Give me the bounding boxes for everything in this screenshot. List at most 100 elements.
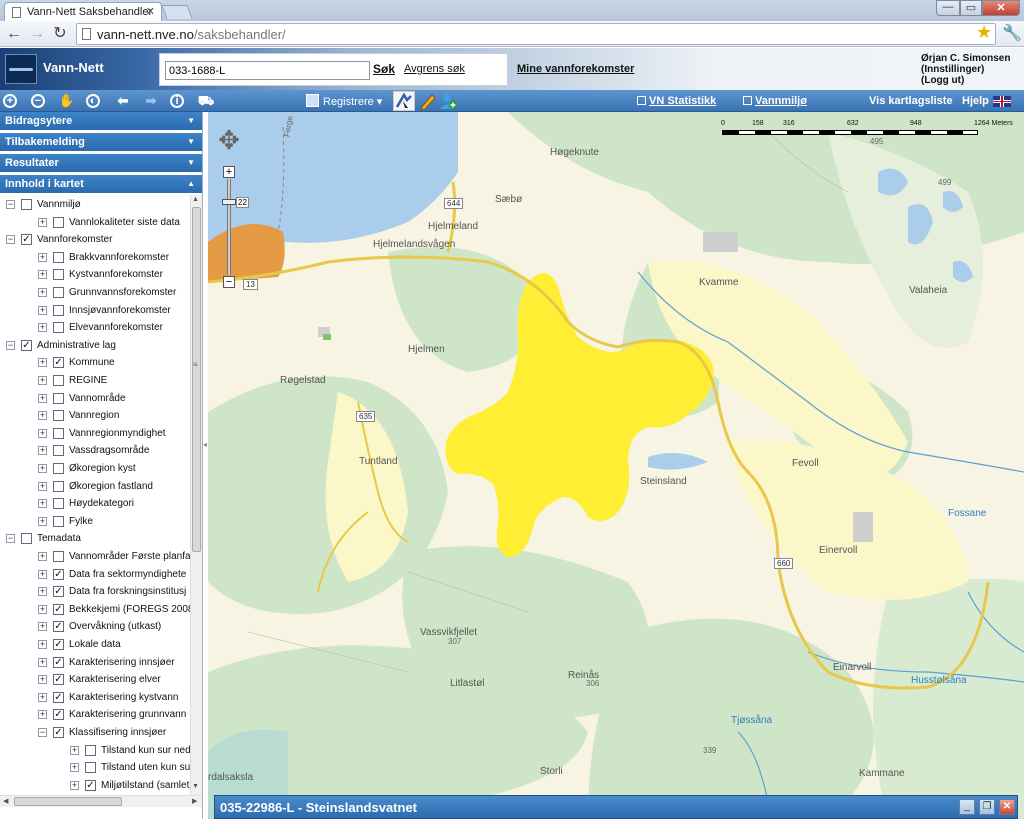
search-button[interactable]: Søk xyxy=(373,62,395,76)
info-icon[interactable]: i xyxy=(170,94,184,108)
expand-icon[interactable]: + xyxy=(38,499,47,509)
layer-checkbox[interactable]: ✓ xyxy=(53,674,64,686)
section-results[interactable]: Resultater ▼ xyxy=(0,154,202,173)
layer-checkbox[interactable] xyxy=(53,322,64,334)
collapse-icon[interactable]: − xyxy=(6,534,15,544)
layer-checkbox[interactable]: ✓ xyxy=(85,779,96,791)
panel-minimize-button[interactable]: _ xyxy=(959,799,975,815)
zoom-slider-minus-icon[interactable]: − xyxy=(223,276,235,288)
scroll-down-icon[interactable]: ▼ xyxy=(192,783,199,790)
layer-checkbox[interactable] xyxy=(53,498,64,510)
collapse-icon[interactable]: − xyxy=(6,340,15,350)
expand-icon[interactable]: + xyxy=(38,604,47,614)
expand-icon[interactable]: + xyxy=(38,657,47,667)
section-contributors[interactable]: Bidragsytere ▼ xyxy=(0,112,202,131)
pan-hand-icon[interactable]: ✋ xyxy=(58,92,76,110)
horizontal-scrollbar[interactable]: ◀ ▶ xyxy=(0,795,202,807)
edit-geometry-icon[interactable] xyxy=(393,91,415,111)
uk-flag-icon[interactable] xyxy=(993,96,1011,107)
pencil-icon[interactable] xyxy=(418,92,436,111)
layer-tree-row[interactable]: + Vannområder Første planfa xyxy=(0,549,190,566)
expand-icon[interactable]: + xyxy=(38,428,47,438)
layer-tree-row[interactable]: − Temadata xyxy=(0,531,190,548)
bookmark-star-icon[interactable]: ★ xyxy=(976,22,992,43)
window-minimize-button[interactable]: — xyxy=(936,0,960,16)
layer-tree-row[interactable]: + Tilstand kun sur ned xyxy=(0,743,190,760)
expand-icon[interactable]: + xyxy=(38,587,47,597)
water-body-info-panel[interactable]: 035-22986-L - Steinslandsvatnet _ ❐ ✕ xyxy=(214,795,1018,819)
layer-tree-row[interactable]: + Økoregion fastland xyxy=(0,479,190,496)
map-view[interactable]: Høgeknute Sæbø Hjelmeland Hjelmelandsvåg… xyxy=(208,112,1024,819)
layer-checkbox[interactable]: ✓ xyxy=(53,691,64,703)
layer-tree-row[interactable]: + Vannlokaliteter siste data xyxy=(0,215,190,232)
expand-icon[interactable]: + xyxy=(38,622,47,632)
layer-tree-row[interactable]: + ✓ Data fra sektormyndighete xyxy=(0,567,190,584)
layer-tree-row[interactable]: + ✓ Lokale data xyxy=(0,637,190,654)
expand-icon[interactable]: + xyxy=(38,464,47,473)
layer-checkbox[interactable]: ✓ xyxy=(53,357,64,369)
zoom-track[interactable] xyxy=(227,179,231,275)
scroll-right-icon[interactable]: ▶ xyxy=(192,797,197,805)
expand-icon[interactable]: + xyxy=(70,745,79,755)
expand-icon[interactable]: + xyxy=(38,288,47,297)
layer-checkbox[interactable] xyxy=(53,480,64,492)
show-layer-list-link[interactable]: Vis kartlagsliste xyxy=(869,95,953,107)
layer-checkbox[interactable] xyxy=(53,515,64,527)
register-menu[interactable]: Registrere ▾ xyxy=(306,94,382,108)
scroll-left-icon[interactable]: ◀ xyxy=(3,797,8,805)
layer-tree-row[interactable]: + Brakkvannforekomster xyxy=(0,250,190,267)
layer-tree-row[interactable]: + Grunnvannsforekomster xyxy=(0,285,190,302)
layer-tree-row[interactable]: + REGINE xyxy=(0,373,190,390)
expand-icon[interactable]: + xyxy=(38,252,47,262)
layer-checkbox[interactable] xyxy=(53,375,64,386)
zoom-extent-icon[interactable]: ◐ xyxy=(86,94,100,108)
layer-tree-row[interactable]: + Vannregion xyxy=(0,408,190,425)
expand-icon[interactable]: + xyxy=(38,411,47,421)
expand-icon[interactable]: + xyxy=(38,569,47,579)
layer-checkbox[interactable] xyxy=(85,762,96,774)
logout-link[interactable]: (Logg ut) xyxy=(921,75,1010,86)
layer-checkbox[interactable] xyxy=(21,533,32,545)
layer-tree-row[interactable]: − ✓ Administrative lag xyxy=(0,338,190,355)
layer-checkbox[interactable]: ✓ xyxy=(53,709,64,721)
expand-icon[interactable]: + xyxy=(38,393,47,403)
window-maximize-button[interactable]: ▭ xyxy=(960,0,982,16)
expand-icon[interactable]: + xyxy=(38,640,47,649)
layer-tree-row[interactable]: − ✓ Vannforekomster xyxy=(0,232,190,249)
panel-close-button[interactable]: ✕ xyxy=(999,799,1015,815)
pan-control-icon[interactable]: ✥ xyxy=(212,124,246,158)
layer-tree-row[interactable]: + Kystvannforekomster xyxy=(0,267,190,284)
layer-checkbox[interactable] xyxy=(53,445,64,457)
section-map-contents[interactable]: Innhold i kartet ▲ xyxy=(0,175,202,194)
tab-close-icon[interactable]: ✕ xyxy=(146,5,155,18)
layer-checkbox[interactable] xyxy=(53,287,64,298)
layer-checkbox[interactable]: ✓ xyxy=(53,727,64,738)
layer-tree-row[interactable]: + ✓ Bekkekjemi (FOREGS 2008 xyxy=(0,602,190,619)
window-close-button[interactable]: ✕ xyxy=(982,0,1020,16)
search-input[interactable] xyxy=(165,61,370,80)
zoom-out-icon[interactable]: − xyxy=(31,94,45,108)
layer-tree-row[interactable]: + Økoregion kyst xyxy=(0,461,190,478)
layer-checkbox[interactable] xyxy=(53,216,64,228)
statistics-link[interactable]: VN Statistikk xyxy=(637,95,716,107)
layer-checkbox[interactable] xyxy=(53,251,64,263)
layer-tree-row[interactable]: + Elvevannforekomster xyxy=(0,320,190,337)
layer-checkbox[interactable]: ✓ xyxy=(53,568,64,580)
my-water-bodies-link[interactable]: Mine vannforekomster xyxy=(517,63,634,75)
expand-icon[interactable]: + xyxy=(70,763,79,773)
reload-icon[interactable]: ↻ xyxy=(50,24,70,44)
layer-checkbox[interactable] xyxy=(85,744,96,756)
back-arrow-icon[interactable]: ← xyxy=(4,24,24,44)
scroll-up-icon[interactable]: ▲ xyxy=(192,196,199,203)
expand-icon[interactable]: + xyxy=(38,675,47,685)
add-user-icon[interactable] xyxy=(439,92,457,110)
layer-checkbox[interactable]: ✓ xyxy=(21,339,32,351)
expand-icon[interactable]: + xyxy=(38,305,47,315)
layer-tree-row[interactable]: + ✓ Kommune xyxy=(0,355,190,372)
layer-tree-row[interactable]: − ✓ Klassifisering innsjøer xyxy=(0,725,190,742)
help-link[interactable]: Hjelp xyxy=(962,95,989,107)
layer-checkbox[interactable]: ✓ xyxy=(53,656,64,668)
address-bar[interactable]: vann-nett.nve.no/saksbehandler/ xyxy=(76,23,996,45)
layer-checkbox[interactable] xyxy=(21,199,32,210)
layer-checkbox[interactable]: ✓ xyxy=(53,621,64,633)
